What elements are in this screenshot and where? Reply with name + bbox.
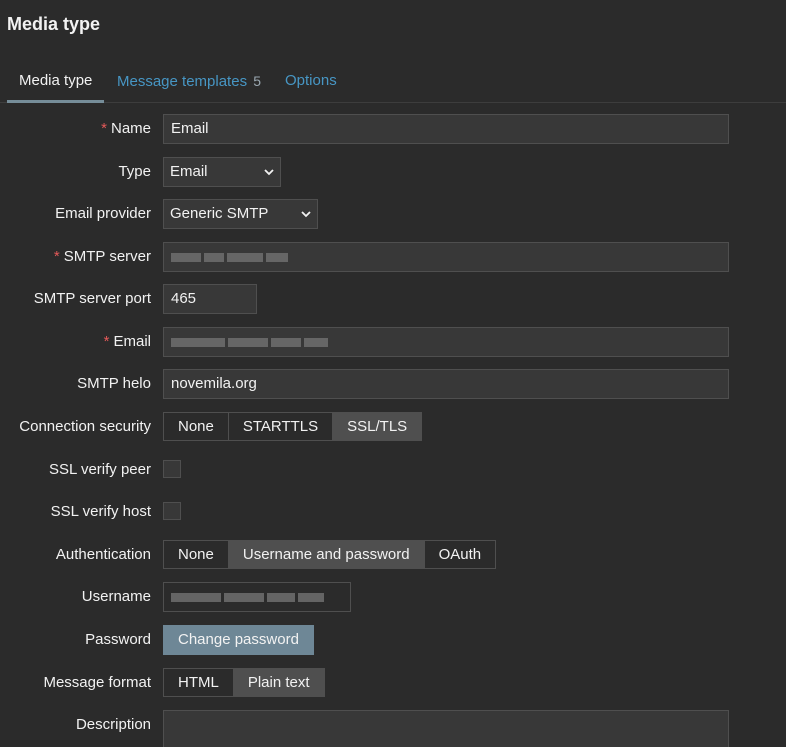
email-provider-row: Email provider Generic SMTP: [0, 199, 786, 231]
name-row: * Name Email: [0, 114, 786, 146]
connection-security-row: Connection security None STARTTLS SSL/TL…: [0, 412, 786, 444]
tab-media-type[interactable]: Media type: [7, 62, 105, 103]
smtp-server-label: * SMTP server: [53, 248, 151, 265]
smtp-server-row: * SMTP server: [0, 242, 786, 274]
description-label: Description: [75, 716, 151, 733]
chevron-down-icon: [301, 211, 311, 218]
authentication-username-password[interactable]: Username and password: [227, 540, 425, 569]
tab-label: Message templates: [117, 73, 248, 90]
tab-options[interactable]: Options: [273, 62, 349, 100]
authentication-oauth[interactable]: OAuth: [423, 540, 497, 569]
message-format-label: Message format: [43, 674, 151, 691]
username-row: Username: [0, 582, 786, 614]
ssl-verify-host-row: SSL verify host: [0, 497, 786, 529]
email-label: * Email: [103, 333, 151, 350]
email-provider-label: Email provider: [55, 205, 151, 222]
page-title: Media type: [7, 14, 101, 34]
email-row: * Email: [0, 327, 786, 359]
connection-security-label: Connection security: [19, 418, 151, 435]
name-label: * Name: [101, 120, 151, 137]
email-provider-select[interactable]: Generic SMTP: [163, 199, 318, 229]
required-marker: *: [103, 333, 110, 350]
message-format-row: Message format HTML Plain text: [0, 668, 786, 700]
smtp-helo-row: SMTP helo novemila.org: [0, 369, 786, 401]
smtp-helo-label: SMTP helo: [77, 375, 151, 392]
type-select[interactable]: Email: [163, 157, 281, 187]
name-input[interactable]: Email: [163, 114, 729, 144]
message-format-toggle: HTML Plain text: [163, 668, 325, 697]
authentication-label: Authentication: [55, 546, 151, 563]
password-label: Password: [85, 631, 151, 648]
redacted-value: [171, 243, 721, 271]
description-row: Description: [0, 710, 786, 747]
tab-label: Media type: [19, 72, 93, 89]
username-label: Username: [81, 588, 151, 605]
ssl-verify-host-checkbox[interactable]: [163, 502, 181, 520]
connection-security-ssl-tls[interactable]: SSL/TLS: [332, 412, 423, 441]
chevron-down-icon: [264, 169, 274, 176]
type-row: Type Email: [0, 157, 786, 189]
email-input[interactable]: [163, 327, 729, 357]
tab-bar: Media type Message templates 5 Options: [0, 62, 786, 103]
change-password-button[interactable]: Change password: [163, 625, 314, 655]
smtp-server-input[interactable]: [163, 242, 729, 272]
email-provider-select-value: Generic SMTP: [170, 205, 269, 222]
username-input[interactable]: [163, 582, 351, 612]
authentication-toggle: None Username and password OAuth: [163, 540, 497, 569]
type-label: Type: [118, 163, 151, 180]
required-marker: *: [53, 248, 60, 265]
redacted-value: [171, 583, 343, 611]
smtp-port-label: SMTP server port: [33, 290, 151, 307]
authentication-row: Authentication None Username and passwor…: [0, 540, 786, 572]
smtp-port-input[interactable]: 465: [163, 284, 257, 314]
tab-count-badge: 5: [253, 73, 262, 89]
media-type-page: Media type Media type Message templates …: [0, 0, 786, 747]
message-format-html[interactable]: HTML: [163, 668, 234, 697]
ssl-verify-peer-checkbox[interactable]: [163, 460, 181, 478]
redacted-value: [171, 328, 721, 356]
tab-message-templates[interactable]: Message templates 5: [105, 62, 273, 100]
ssl-verify-peer-label: SSL verify peer: [49, 461, 151, 478]
authentication-none[interactable]: None: [163, 540, 229, 569]
password-row: Password Change password: [0, 625, 786, 657]
message-format-plain-text[interactable]: Plain text: [232, 668, 325, 697]
type-select-value: Email: [170, 163, 208, 180]
ssl-verify-host-label: SSL verify host: [50, 503, 151, 520]
connection-security-starttls[interactable]: STARTTLS: [227, 412, 334, 441]
description-textarea[interactable]: [163, 710, 729, 747]
smtp-port-row: SMTP server port 465: [0, 284, 786, 316]
smtp-helo-input[interactable]: novemila.org: [163, 369, 729, 399]
ssl-verify-peer-row: SSL verify peer: [0, 455, 786, 487]
connection-security-none[interactable]: None: [163, 412, 229, 441]
connection-security-toggle: None STARTTLS SSL/TLS: [163, 412, 423, 441]
required-marker: *: [101, 120, 107, 137]
tab-label: Options: [285, 72, 337, 89]
